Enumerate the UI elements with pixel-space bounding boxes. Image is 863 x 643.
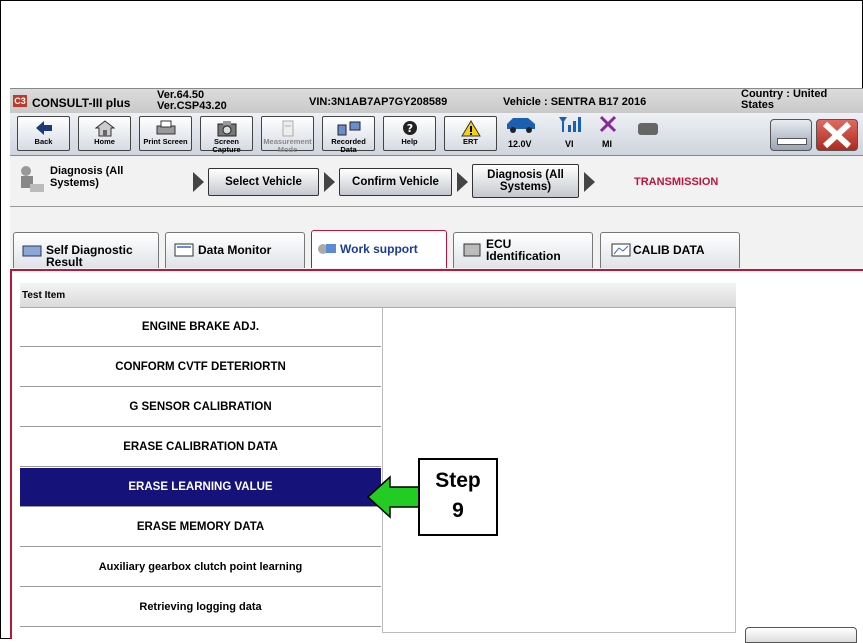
measurement-mode-label: Measurement Mode xyxy=(263,137,312,154)
country-line-2: States xyxy=(741,99,775,111)
close-button[interactable] xyxy=(816,119,858,151)
screen-capture-button[interactable]: Screen Capture xyxy=(200,116,253,154)
tab-label: Work support xyxy=(340,242,418,256)
breadcrumb-arrow-icon xyxy=(193,172,204,192)
breadcrumb-diagnosis-all[interactable]: Diagnosis (All Systems) xyxy=(50,165,150,189)
calib-data-icon xyxy=(611,242,631,258)
version-line-2: Ver.CSP43.20 xyxy=(157,100,227,112)
close-icon xyxy=(817,121,857,154)
mi-label: MI xyxy=(602,139,612,149)
tab-self-diagnostic-result[interactable]: Self Diagnostic Result xyxy=(13,232,159,268)
monitor-icon xyxy=(174,242,194,258)
title-bar: C3 CONSULT-III plus Ver.64.50 Ver.CSP43.… xyxy=(10,88,863,114)
help-icon: ? xyxy=(384,120,435,137)
battery-icon xyxy=(638,123,660,137)
list-item[interactable]: Auxiliary gearbox clutch point learning xyxy=(20,548,381,587)
list-item[interactable]: CONFORM CVTF DETERIORTN xyxy=(20,348,381,387)
list-item[interactable]: ENGINE BRAKE ADJ. xyxy=(20,308,381,347)
vehicle-connection-status: 12.0V xyxy=(504,115,538,149)
tab-data-monitor[interactable]: Data Monitor xyxy=(165,232,305,268)
print-screen-label: Print Screen xyxy=(143,137,188,146)
app-logo-icon: C3 xyxy=(13,95,27,107)
ert-label: ERT xyxy=(463,137,478,146)
diagnosis-all-systems-button[interactable]: Diagnosis (All Systems) xyxy=(472,164,579,198)
measurement-icon xyxy=(262,120,313,137)
breadcrumb-arrow-icon xyxy=(457,172,468,192)
list-item[interactable]: Retrieving logging data xyxy=(20,588,381,627)
partial-button[interactable] xyxy=(745,627,857,643)
recorded-data-label: Recorded Data xyxy=(331,137,366,154)
breadcrumb-arrow-icon xyxy=(584,172,595,192)
tab-label: Data Monitor xyxy=(198,243,272,257)
screen-capture-label: Screen Capture xyxy=(212,137,241,154)
step-callout-number: 9 xyxy=(452,499,464,522)
list-item[interactable]: ERASE MEMORY DATA xyxy=(20,508,381,547)
ert-button[interactable]: ERT xyxy=(444,116,497,151)
home-button[interactable]: Home xyxy=(78,116,131,151)
help-button[interactable]: ? Help xyxy=(383,116,436,151)
breadcrumb-arrow-icon xyxy=(324,172,335,192)
tab-ecu-identification[interactable]: ECU Identification xyxy=(453,232,593,268)
help-label: Help xyxy=(401,137,418,146)
vehicle-label: Vehicle : SENTRA B17 2016 xyxy=(503,96,647,108)
tab-calib-data[interactable]: CALIB DATA xyxy=(600,232,740,268)
camera-icon xyxy=(201,120,252,137)
select-vehicle-button[interactable]: Select Vehicle xyxy=(208,168,319,196)
car-icon xyxy=(504,115,538,135)
work-support-panel: Test Item ENGINE BRAKE ADJ. CONFORM CVTF … xyxy=(10,269,863,639)
back-arrow-icon xyxy=(18,120,69,137)
tab-work-support[interactable]: Work support xyxy=(311,230,447,268)
list-item[interactable]: ERASE CALIBRATION DATA xyxy=(20,428,381,467)
home-button-label: Home xyxy=(94,137,115,146)
list-item[interactable]: ERASE LEARNING VALUE xyxy=(20,468,381,507)
toolbar: Back Home Print Screen Screen Capture Me… xyxy=(10,113,863,156)
tab-label: CALIB DATA xyxy=(633,243,705,257)
svg-text:?: ? xyxy=(406,122,412,135)
printer-icon xyxy=(140,120,191,137)
signal-icon xyxy=(557,115,581,135)
test-item-header: Test Item xyxy=(20,283,736,308)
print-screen-button[interactable]: Print Screen xyxy=(139,116,192,151)
ecu-icon xyxy=(462,242,482,258)
minimize-button[interactable] xyxy=(770,119,812,151)
diagnostic-icon xyxy=(22,242,42,258)
warning-icon xyxy=(445,120,496,137)
mi-status: MI xyxy=(598,115,618,149)
home-icon xyxy=(79,120,130,137)
step-callout-title: Step xyxy=(435,469,481,492)
vi-label: VI xyxy=(565,139,574,149)
app-name: CONSULT-III plus xyxy=(32,96,131,110)
version-info: Ver.64.50 Ver.CSP43.20 xyxy=(157,90,227,112)
confirm-vehicle-button[interactable]: Confirm Vehicle xyxy=(339,168,452,196)
back-button-label: Back xyxy=(34,137,53,146)
current-system-label: TRANSMISSION xyxy=(634,176,719,188)
work-support-icon xyxy=(316,240,336,256)
country-label: Country : United States xyxy=(741,89,861,111)
tab-bar: Self Diagnostic Result Data Monitor Work… xyxy=(10,207,863,269)
step-arrow-icon xyxy=(366,475,421,519)
step-callout: Step 9 xyxy=(418,458,498,536)
list-item[interactable]: G SENSOR CALIBRATION xyxy=(20,388,381,427)
mechanic-icon xyxy=(16,164,46,201)
vi-status: VI xyxy=(557,115,581,149)
breadcrumb: Diagnosis (All Systems) Select Vehicle C… xyxy=(10,156,863,207)
recorded-data-icon xyxy=(323,120,374,137)
disconnected-icon xyxy=(598,115,618,135)
minimize-icon xyxy=(777,138,807,145)
tab-label: ECU Identification xyxy=(486,237,561,263)
battery-voltage: 12.0V xyxy=(508,139,532,149)
recorded-data-button[interactable]: Recorded Data xyxy=(322,116,375,154)
back-button[interactable]: Back xyxy=(17,116,70,151)
measurement-mode-button[interactable]: Measurement Mode xyxy=(261,116,314,154)
tab-label: Self Diagnostic Result xyxy=(46,243,133,269)
vin-label: VIN:3N1AB7AP7GY208589 xyxy=(309,96,448,108)
